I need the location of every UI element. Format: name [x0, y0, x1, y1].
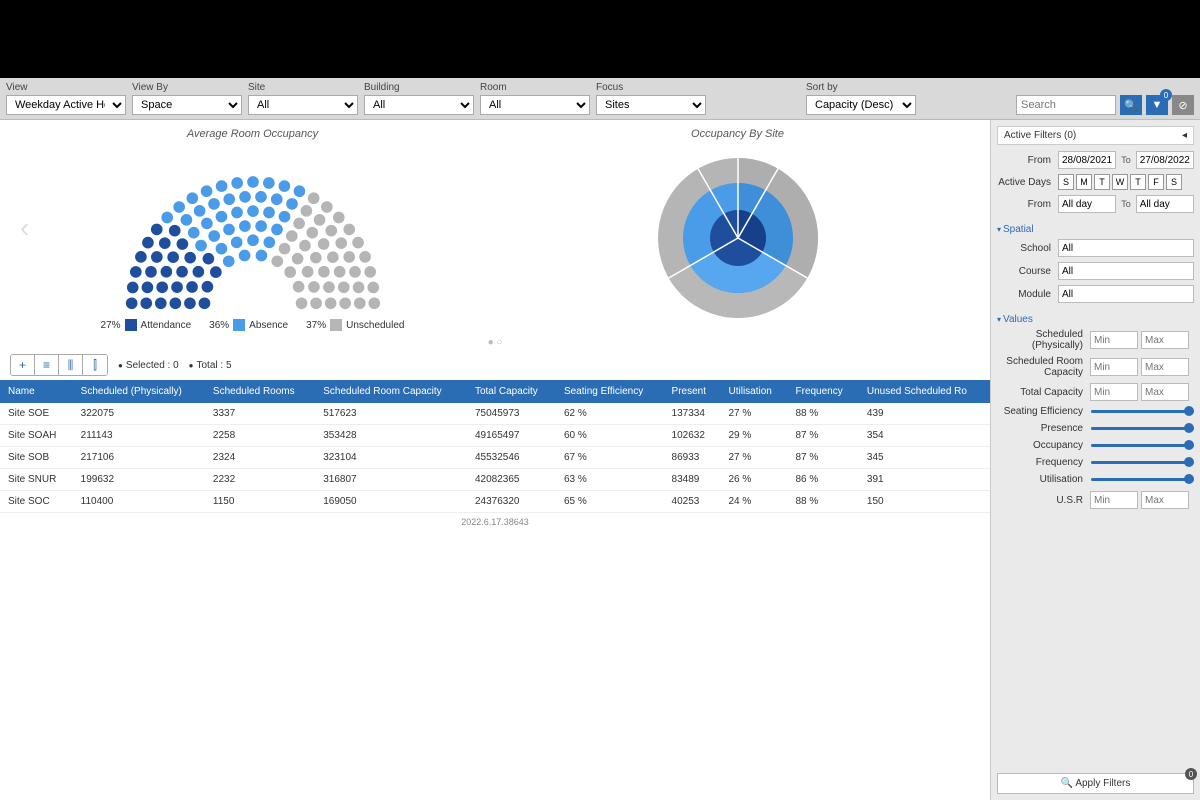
- sunburst-chart: Occupancy By Site: [505, 128, 970, 331]
- presence-slider[interactable]: [1091, 427, 1194, 430]
- column-header[interactable]: Name: [0, 380, 73, 403]
- total-cap-min[interactable]: [1090, 383, 1138, 401]
- chart-prev-icon[interactable]: ‹: [20, 212, 29, 244]
- viewby-label: View By: [132, 82, 242, 93]
- focus-select[interactable]: Sites: [596, 95, 706, 115]
- reset-button[interactable]: ⊘: [1172, 95, 1194, 115]
- legend-item: 36%Absence: [209, 319, 288, 331]
- filter-badge: 0: [1160, 89, 1172, 101]
- block-icon: ⊘: [1178, 99, 1187, 112]
- column-header[interactable]: Present: [664, 380, 721, 403]
- column-header[interactable]: Scheduled (Physically): [73, 380, 205, 403]
- values-section[interactable]: Values: [997, 314, 1194, 325]
- date-to-input[interactable]: [1136, 151, 1194, 169]
- date-from-label: From: [997, 155, 1055, 166]
- day-toggle[interactable]: T: [1130, 174, 1146, 190]
- frequency-slider[interactable]: [1091, 461, 1194, 464]
- version-text: 2022.6.17.38643: [0, 513, 990, 531]
- sched-cap-max[interactable]: [1141, 358, 1189, 376]
- day-toggle[interactable]: W: [1112, 174, 1128, 190]
- viewby-select[interactable]: Space: [132, 95, 242, 115]
- view-select[interactable]: Weekday Active Hours: [6, 95, 126, 115]
- column-header[interactable]: Seating Efficiency: [556, 380, 664, 403]
- search-icon: 🔍: [1124, 99, 1138, 112]
- day-toggle[interactable]: T: [1094, 174, 1110, 190]
- chart-left-title: Average Room Occupancy: [20, 128, 485, 140]
- active-filters-header[interactable]: Active Filters (0) ◂: [997, 126, 1194, 145]
- day-toggle[interactable]: S: [1058, 174, 1074, 190]
- apply-filters-button[interactable]: 🔍 Apply Filters 0: [997, 773, 1194, 794]
- filter-sidebar: Active Filters (0) ◂ From To Active Days…: [990, 120, 1200, 800]
- time-from-input[interactable]: [1058, 195, 1116, 213]
- view-label: View: [6, 82, 126, 93]
- table-row[interactable]: Site SOAH21114322583534284916549760 %102…: [0, 425, 990, 447]
- day-toggle[interactable]: S: [1166, 174, 1182, 190]
- column-view-button[interactable]: ⫼: [59, 355, 83, 375]
- building-label: Building: [364, 82, 474, 93]
- charts-area: ‹ Average Room Occupancy 27%Attendance 36…: [0, 120, 990, 335]
- filter-button[interactable]: ▼ 0: [1146, 95, 1168, 115]
- column-header[interactable]: Frequency: [788, 380, 859, 403]
- module-input[interactable]: [1058, 285, 1194, 303]
- selected-count: Selected : 0: [118, 360, 179, 371]
- building-select[interactable]: All: [364, 95, 474, 115]
- time-from-label: From: [997, 199, 1055, 210]
- school-input[interactable]: [1058, 239, 1194, 257]
- table-row[interactable]: Site SOB21710623243231044553254667 %8693…: [0, 447, 990, 469]
- sortby-select[interactable]: Capacity (Desc): [806, 95, 916, 115]
- date-from-input[interactable]: [1058, 151, 1116, 169]
- site-label: Site: [248, 82, 358, 93]
- chart-view-button[interactable]: ⫿: [83, 355, 107, 375]
- legend-item: 27%Attendance: [101, 319, 192, 331]
- top-toolbar: View Weekday Active Hours View By Space …: [0, 78, 1200, 120]
- column-header[interactable]: Total Capacity: [467, 380, 556, 403]
- table-row[interactable]: Site SNUR19963222323168074208236563 %834…: [0, 469, 990, 491]
- day-toggle[interactable]: M: [1076, 174, 1092, 190]
- site-select[interactable]: All: [248, 95, 358, 115]
- usr-min[interactable]: [1090, 491, 1138, 509]
- add-button[interactable]: +: [11, 355, 35, 375]
- column-header[interactable]: Unused Scheduled Ro: [859, 380, 990, 403]
- chart-legend: 27%Attendance 36%Absence 37%Unscheduled: [20, 319, 485, 331]
- chevron-left-icon: ◂: [1182, 130, 1187, 141]
- search-icon: 🔍: [1061, 778, 1073, 789]
- search-button[interactable]: 🔍: [1120, 95, 1142, 115]
- seating-eff-slider[interactable]: [1091, 410, 1194, 413]
- chart-right-title: Occupancy By Site: [505, 128, 970, 140]
- table-row[interactable]: Site SOC11040011501690502437632065 %4025…: [0, 491, 990, 513]
- apply-badge: 0: [1185, 768, 1197, 780]
- column-header[interactable]: Utilisation: [721, 380, 788, 403]
- view-mode-buttons: + ≡ ⫼ ⫿: [10, 354, 108, 376]
- focus-label: Focus: [596, 82, 706, 93]
- column-header[interactable]: Scheduled Room Capacity: [315, 380, 467, 403]
- sortby-label: Sort by: [806, 82, 916, 93]
- sched-phys-max[interactable]: [1141, 331, 1189, 349]
- legend-item: 37%Unscheduled: [306, 319, 404, 331]
- day-toggle[interactable]: F: [1148, 174, 1164, 190]
- usr-max[interactable]: [1141, 491, 1189, 509]
- spatial-section[interactable]: Spatial: [997, 224, 1194, 235]
- hemicycle-chart: Average Room Occupancy 27%Attendance 36%A…: [20, 128, 485, 331]
- active-days-label: Active Days: [997, 177, 1055, 188]
- occupancy-slider[interactable]: [1091, 444, 1194, 447]
- course-input[interactable]: [1058, 262, 1194, 280]
- chart-pager[interactable]: ● ○: [0, 337, 990, 348]
- total-cap-max[interactable]: [1141, 383, 1189, 401]
- room-label: Room: [480, 82, 590, 93]
- funnel-icon: ▼: [1152, 99, 1163, 111]
- column-header[interactable]: Scheduled Rooms: [205, 380, 315, 403]
- sched-cap-min[interactable]: [1090, 358, 1138, 376]
- data-table: NameScheduled (Physically)Scheduled Room…: [0, 380, 990, 513]
- sched-phys-min[interactable]: [1090, 331, 1138, 349]
- list-view-button[interactable]: ≡: [35, 355, 59, 375]
- total-count: Total : 5: [189, 360, 232, 371]
- table-row[interactable]: Site SOE32207533375176237504597362 %1373…: [0, 403, 990, 425]
- room-select[interactable]: All: [480, 95, 590, 115]
- search-input[interactable]: [1016, 95, 1116, 115]
- time-to-input[interactable]: [1136, 195, 1194, 213]
- utilisation-slider[interactable]: [1091, 478, 1194, 481]
